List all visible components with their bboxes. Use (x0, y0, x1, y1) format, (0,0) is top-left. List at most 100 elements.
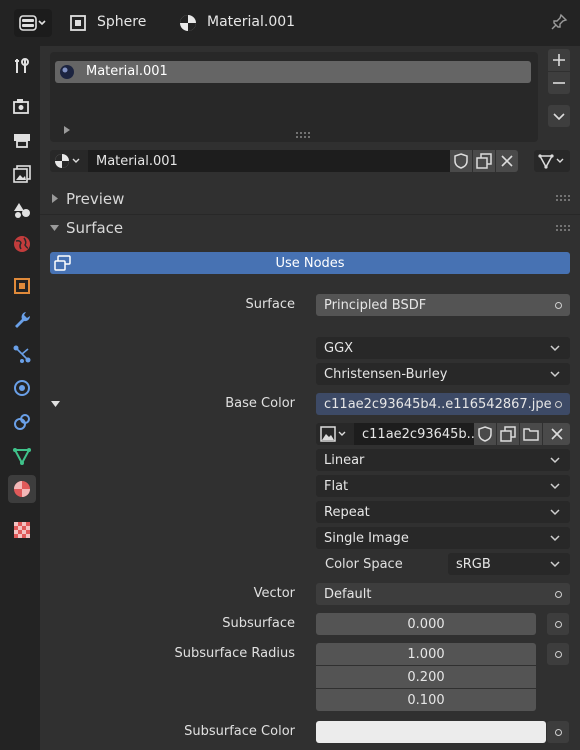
surface-shader-value: Principled BSDF (324, 297, 427, 313)
source-dropdown[interactable]: Single Image (316, 527, 570, 549)
slot-specials-button[interactable] (548, 105, 570, 127)
image-icon (320, 426, 346, 442)
use-nodes-button[interactable]: Use Nodes (50, 252, 570, 274)
scene-icon (14, 203, 30, 218)
tab-render[interactable] (8, 92, 36, 120)
color-space-value: sRGB (456, 556, 491, 572)
tab-material[interactable] (8, 475, 36, 503)
list-item[interactable]: Material.001 (55, 61, 531, 83)
duplicate-material-button[interactable] (473, 150, 495, 172)
tab-object[interactable] (8, 272, 36, 300)
texture-icon (14, 522, 30, 538)
socket-dot-icon (555, 301, 562, 309)
base-color-image-field[interactable]: c11ae2c93645b4..e116542867.jpe (316, 393, 570, 415)
material-browse-button[interactable] (50, 150, 88, 172)
subsurface-method-value: Christensen-Burley (324, 366, 448, 382)
node-tree-icon (54, 255, 71, 271)
preview-panel-header[interactable]: Preview (40, 186, 580, 212)
tab-physics[interactable] (8, 374, 36, 402)
subsurface-socket-button[interactable] (547, 613, 569, 635)
remove-slot-button[interactable] (548, 72, 570, 94)
vector-field[interactable]: Default (316, 583, 570, 605)
duplicate-icon (476, 153, 492, 169)
image-unlink-button[interactable] (543, 423, 570, 445)
chevron-down-icon (550, 561, 560, 568)
subsurface-color-swatch[interactable] (316, 721, 546, 743)
use-nodes-label: Use Nodes (275, 255, 345, 271)
extension-value: Repeat (324, 504, 370, 520)
surface-panel-title: Surface (66, 219, 124, 237)
add-slot-button[interactable] (548, 49, 570, 71)
slot-label: Material.001 (86, 64, 168, 79)
subsurface-radius-socket-button[interactable] (547, 643, 569, 665)
material-slot-list[interactable]: Material.001 (50, 52, 538, 142)
distribution-dropdown[interactable]: GGX (316, 337, 570, 359)
source-value: Single Image (324, 530, 409, 546)
fake-user-button[interactable] (450, 150, 472, 172)
chevron-down-icon (550, 535, 560, 542)
tab-particles[interactable] (8, 340, 36, 368)
resize-grip-icon[interactable] (296, 132, 310, 138)
material-icon (14, 481, 30, 497)
subsurface-value-field[interactable]: 0.000 (316, 613, 536, 635)
chevron-down-icon (550, 457, 560, 464)
tab-output[interactable] (8, 126, 36, 154)
render-icon (13, 99, 29, 114)
distribution-value: GGX (324, 340, 354, 356)
socket-dot-icon (554, 728, 562, 736)
chevron-down-icon (553, 113, 565, 121)
tab-constraints[interactable] (8, 408, 36, 436)
interpolation-dropdown[interactable]: Linear (316, 449, 570, 471)
image-fake-user-button[interactable] (474, 423, 496, 445)
color-space-dropdown[interactable]: sRGB (448, 553, 570, 575)
tab-tool[interactable] (8, 52, 36, 80)
mesh-link-icon (538, 154, 564, 169)
tab-modifiers[interactable] (8, 306, 36, 334)
tab-texture[interactable] (8, 516, 36, 544)
pin-icon[interactable] (550, 13, 568, 31)
subsurface-method-dropdown[interactable]: Christensen-Burley (316, 363, 570, 385)
material-browse-icon (55, 154, 80, 168)
extension-dropdown[interactable]: Repeat (316, 501, 570, 523)
subsurface-radius-y-value: 0.200 (407, 669, 445, 685)
subsurface-radius-y[interactable]: 0.200 (316, 666, 536, 688)
tab-world[interactable] (8, 230, 36, 258)
vector-value: Default (324, 586, 372, 602)
image-name-field[interactable]: c11ae2c93645b.. (354, 423, 474, 445)
surface-panel-header[interactable]: Surface (40, 215, 580, 241)
material-name-field[interactable]: Material.001 (88, 150, 450, 172)
drag-grip-icon[interactable] (556, 225, 570, 231)
image-duplicate-button[interactable] (497, 423, 519, 445)
object-name: Sphere (97, 14, 147, 30)
image-open-button[interactable] (520, 423, 542, 445)
socket-dot-icon (554, 620, 562, 628)
projection-dropdown[interactable]: Flat (316, 475, 570, 497)
physics-icon (14, 380, 30, 396)
expand-arrow-icon[interactable] (63, 126, 71, 134)
material-link-dropdown[interactable] (534, 150, 570, 172)
unlink-material-button[interactable] (496, 150, 518, 172)
tab-data[interactable] (8, 442, 36, 470)
shield-icon (454, 153, 468, 169)
editor-type-button[interactable] (14, 9, 52, 37)
tab-view-layer[interactable] (8, 160, 36, 188)
output-icon (14, 134, 30, 148)
chevron-down-icon (550, 483, 560, 490)
object-icon (70, 15, 86, 31)
tab-scene[interactable] (8, 196, 36, 224)
subsurface-label: Subsurface (222, 616, 295, 631)
image-name-value: c11ae2c93645b.. (362, 426, 474, 442)
subsurface-radius-x[interactable]: 1.000 (316, 643, 536, 665)
subsurface-radius-z[interactable]: 0.100 (316, 689, 536, 711)
material-name: Material.001 (207, 14, 296, 30)
interpolation-value: Linear (324, 452, 365, 468)
subsurface-color-socket-button[interactable] (547, 721, 569, 743)
drag-grip-icon[interactable] (556, 195, 570, 201)
material-name-value: Material.001 (96, 153, 178, 169)
image-browse-button[interactable] (316, 423, 354, 445)
duplicate-icon (500, 426, 516, 442)
surface-shader-field[interactable]: Principled BSDF (316, 294, 570, 316)
properties-header: Sphere Material.001 (0, 0, 580, 46)
plus-icon (553, 54, 565, 66)
world-icon (14, 236, 30, 252)
